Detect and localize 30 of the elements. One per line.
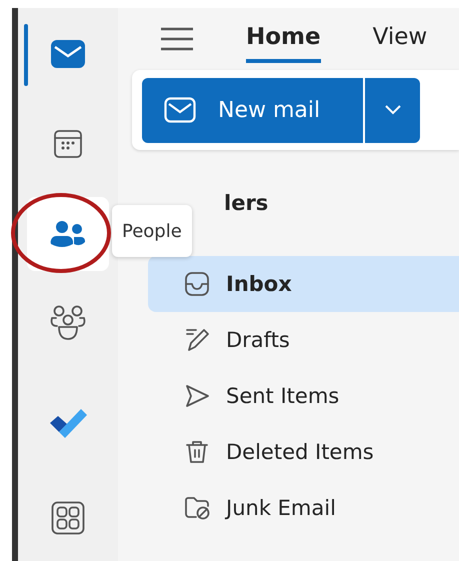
folder-label: Drafts — [226, 328, 290, 352]
tab[interactable]: Home — [246, 15, 321, 63]
folder-item[interactable]: Deleted Items — [148, 424, 459, 480]
people-icon — [50, 220, 86, 248]
group-icon — [49, 305, 87, 342]
folder-label: Deleted Items — [226, 440, 374, 464]
mail-icon — [51, 40, 85, 68]
folder-label: Inbox — [226, 272, 292, 296]
tab[interactable]: View — [372, 15, 428, 63]
new-mail-button[interactable]: New mail — [142, 78, 363, 142]
junk-folder-icon — [184, 495, 210, 521]
mail-icon — [164, 97, 196, 123]
dropdown-button[interactable] — [365, 78, 420, 142]
folder-item[interactable]: Inbox — [148, 256, 459, 312]
calendar-icon — [53, 129, 83, 160]
send-icon — [184, 383, 210, 409]
tooltip: People — [112, 205, 192, 257]
trash-icon — [184, 439, 210, 465]
inbox-icon — [184, 271, 210, 297]
folder-item[interactable]: Sent Items — [148, 368, 459, 424]
folder-item[interactable]: Drafts — [148, 312, 459, 368]
pencil-icon — [184, 327, 210, 353]
folder-label: Junk Email — [226, 496, 336, 520]
rail-button[interactable] — [27, 197, 109, 272]
folder-label: Sent Items — [226, 384, 340, 408]
section-heading: lers — [224, 191, 268, 215]
apps-icon — [51, 501, 85, 536]
chevron-down-icon — [384, 105, 400, 115]
folder-item[interactable]: Junk Email — [148, 480, 459, 536]
menu-icon[interactable] — [160, 27, 194, 51]
